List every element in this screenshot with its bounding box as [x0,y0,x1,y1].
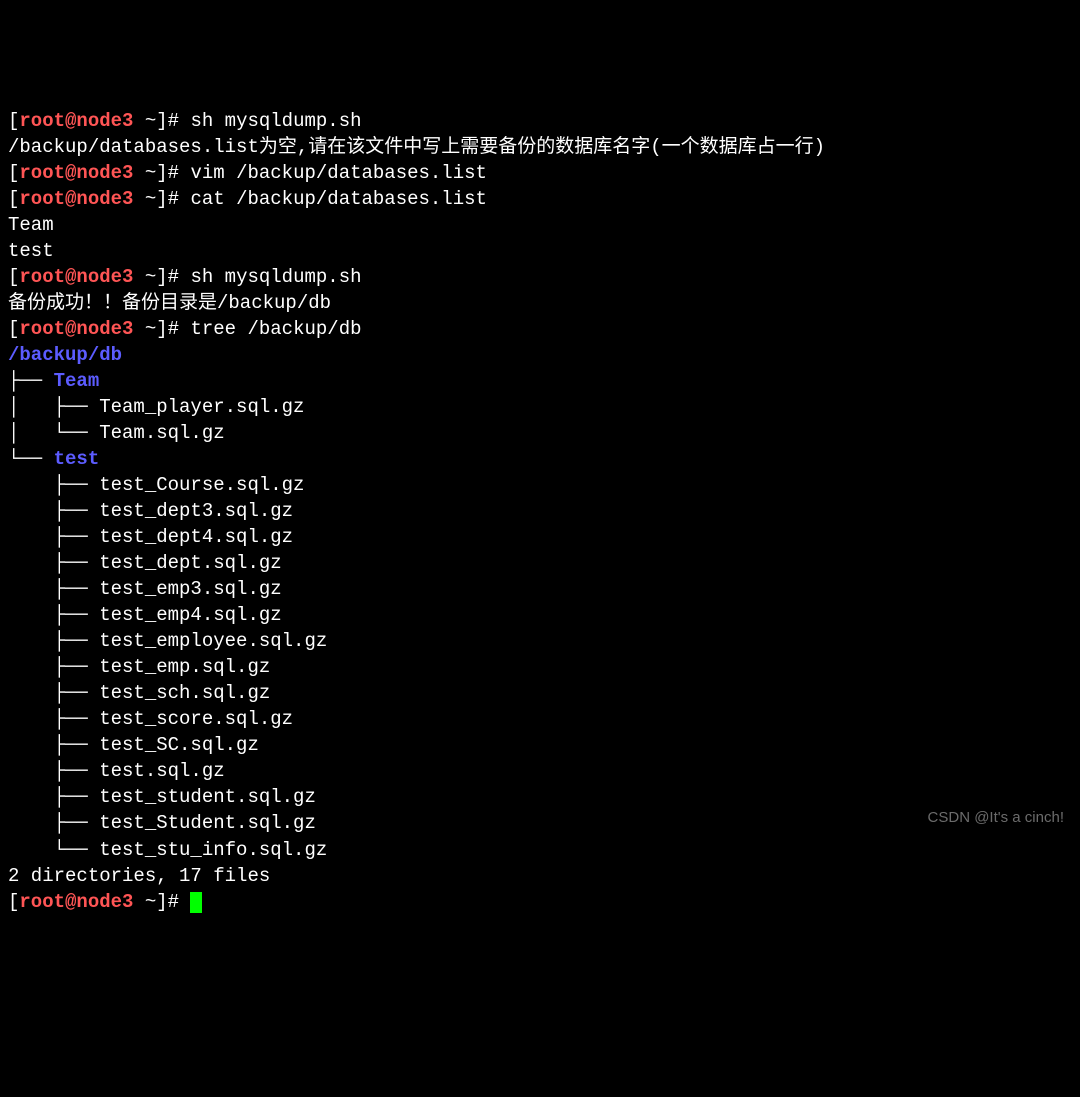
terminal-line: ├── test_score.sql.gz [8,706,1072,732]
terminal-line: [root@node3 ~]# sh mysqldump.sh [8,264,1072,290]
terminal-line: ├── test_sch.sql.gz [8,680,1072,706]
terminal-line: [root@node3 ~]# vim /backup/databases.li… [8,160,1072,186]
tree-branch: └── [8,448,54,470]
prompt-user-host: root@node3 [19,188,133,210]
terminal-line: /backup/db [8,342,1072,368]
terminal-line: [root@node3 ~]# [8,889,1072,915]
prompt-user-host: root@node3 [19,266,133,288]
cursor-icon [190,892,201,913]
prompt-bracket-close: ]# [156,318,190,340]
terminal-line: ├── test_Course.sql.gz [8,472,1072,498]
prompt-bracket-close: ]# [156,266,190,288]
terminal-line: ├── test_SC.sql.gz [8,732,1072,758]
terminal-line: ├── test_emp3.sql.gz [8,576,1072,602]
tree-branch: ├── [8,370,54,392]
command-text: sh mysqldump.sh [190,110,361,132]
terminal-line: ├── test_dept4.sql.gz [8,524,1072,550]
command-text: vim /backup/databases.list [190,162,486,184]
prompt-bracket-open: [ [8,266,19,288]
prompt-bracket-open: [ [8,318,19,340]
terminal-area[interactable]: [root@node3 ~]# sh mysqldump.sh/backup/d… [8,108,1072,914]
prompt-user-host: root@node3 [19,162,133,184]
terminal-line: 2 directories, 17 files [8,863,1072,889]
prompt-path: ~ [133,162,156,184]
terminal-line: └── test_stu_info.sql.gz [8,837,1072,863]
terminal-line: ├── test.sql.gz [8,758,1072,784]
prompt-bracket-open: [ [8,110,19,132]
prompt-bracket-open: [ [8,188,19,210]
terminal-line: ├── test_emp.sql.gz [8,654,1072,680]
terminal-line: ├── test_student.sql.gz [8,784,1072,810]
prompt-bracket-close: ]# [156,110,190,132]
terminal-line: Team [8,212,1072,238]
terminal-line: [root@node3 ~]# cat /backup/databases.li… [8,186,1072,212]
terminal-line: test [8,238,1072,264]
prompt-user-host: root@node3 [19,318,133,340]
prompt-path: ~ [133,891,156,913]
prompt-user-host: root@node3 [19,891,133,913]
watermark-text: CSDN @It's a cinch! [928,808,1064,829]
prompt-user-host: root@node3 [19,110,133,132]
prompt-bracket-open: [ [8,162,19,184]
terminal-line: │ └── Team.sql.gz [8,420,1072,446]
prompt-path: ~ [133,318,156,340]
prompt-bracket-close: ]# [156,188,190,210]
prompt-bracket-close: ]# [156,162,190,184]
terminal-line: ├── Team [8,368,1072,394]
command-text: cat /backup/databases.list [190,188,486,210]
terminal-line: [root@node3 ~]# sh mysqldump.sh [8,108,1072,134]
prompt-path: ~ [133,266,156,288]
terminal-line: ├── test_Student.sql.gz [8,810,1072,836]
dir-name: Team [54,370,100,392]
prompt-bracket-open: [ [8,891,19,913]
terminal-line: ├── test_dept3.sql.gz [8,498,1072,524]
terminal-line: ├── test_dept.sql.gz [8,550,1072,576]
prompt-path: ~ [133,110,156,132]
prompt-bracket-close: ]# [156,891,190,913]
prompt-path: ~ [133,188,156,210]
terminal-line: ├── test_emp4.sql.gz [8,602,1072,628]
terminal-line: ├── test_employee.sql.gz [8,628,1072,654]
terminal-line: └── test [8,446,1072,472]
terminal-line: │ ├── Team_player.sql.gz [8,394,1072,420]
terminal-line: /backup/databases.list为空,请在该文件中写上需要备份的数据… [8,134,1072,160]
terminal-line: [root@node3 ~]# tree /backup/db [8,316,1072,342]
command-text: tree /backup/db [190,318,361,340]
terminal-line: 备份成功！！备份目录是/backup/db [8,290,1072,316]
dir-name: test [54,448,100,470]
command-text: sh mysqldump.sh [190,266,361,288]
